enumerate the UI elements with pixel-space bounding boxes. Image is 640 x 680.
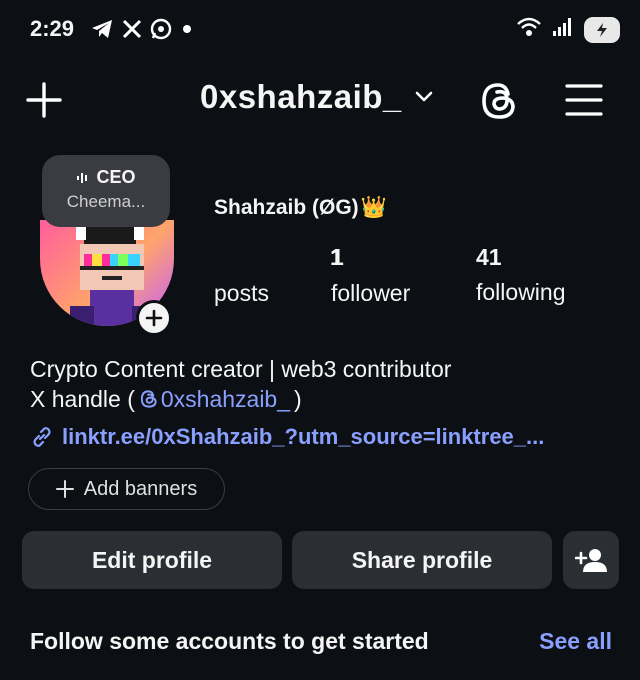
signal-icon: [552, 17, 574, 42]
bio: Crypto Content creator | web3 contributo…: [30, 354, 451, 414]
menu-button[interactable]: [565, 82, 603, 118]
link-icon: [33, 427, 51, 447]
bio-line-1: Crypto Content creator | web3 contributo…: [30, 356, 452, 382]
plus-icon: [55, 480, 74, 498]
x-icon: [122, 19, 142, 44]
add-banners-label: Add banners: [83, 477, 198, 500]
threads-handle-text: 0xshahzaib_: [160, 386, 291, 412]
threads-icon: [140, 390, 157, 408]
note-subtitle: Cheema...: [66, 192, 146, 211]
bio-link-text: linktr.ee/0xShahzaib_?utm_source=linktre…: [62, 424, 545, 449]
display-name: Shahzaib (ØG): [214, 196, 359, 219]
following-count: 41: [476, 244, 502, 270]
discover-people-button[interactable]: [563, 531, 619, 589]
see-all-link[interactable]: See all: [539, 628, 612, 655]
audio-wave-icon: [77, 172, 88, 183]
display-name-row: Shahzaib (ØG) 👑: [214, 196, 387, 220]
threads-handle-link[interactable]: 0xshahzaib_: [139, 384, 290, 414]
threads-icon: [482, 83, 515, 119]
status-notification-icons: [90, 18, 194, 45]
stat-posts[interactable]: 1 posts: [214, 244, 343, 307]
whatsapp-icon: [150, 18, 172, 45]
profile-top-nav: 0xshahzaib_: [0, 70, 640, 130]
bio-line-2: X handle ( 0xshahzaib_ ): [30, 384, 451, 414]
followers-count: 1: [331, 244, 344, 270]
edit-profile-label: Edit profile: [91, 546, 213, 573]
edit-profile-button[interactable]: Edit profile: [22, 531, 282, 589]
status-system-icons: [516, 16, 620, 43]
posts-label: posts: [214, 280, 269, 306]
share-profile-label: Share profile: [351, 546, 493, 573]
plus-icon: [26, 82, 62, 118]
note-title-row: CEO: [42, 167, 170, 188]
bio-link[interactable]: linktr.ee/0xShahzaib_?utm_source=linktre…: [30, 424, 544, 450]
bio-handle-prefix: X handle (: [30, 386, 135, 412]
create-button[interactable]: [24, 80, 64, 120]
followers-label: follower: [331, 280, 411, 306]
status-bar: 2:29: [0, 0, 640, 64]
add-person-icon: [575, 549, 607, 572]
add-story-button[interactable]: [136, 300, 172, 336]
battery-icon: [584, 16, 620, 43]
wifi-icon: [516, 16, 542, 43]
note-title: CEO: [96, 167, 136, 187]
suggestions-prompt: Follow some accounts to get started: [30, 628, 429, 654]
chevron-down-icon: [415, 91, 433, 102]
bio-handle-suffix: ): [294, 386, 302, 412]
following-label: following: [476, 279, 566, 305]
add-banners-button[interactable]: Add banners: [28, 468, 225, 510]
status-time: 2:29: [30, 16, 75, 41]
crown-emoji: 👑: [360, 196, 387, 219]
telegram-icon: [90, 18, 114, 45]
stat-following[interactable]: 41 following: [476, 244, 566, 306]
dot-icon: [180, 22, 194, 41]
share-profile-button[interactable]: Share profile: [292, 531, 552, 589]
menu-icon: [565, 84, 603, 116]
profile-note-bubble[interactable]: CEO Cheema...: [42, 155, 170, 227]
plus-icon: [145, 309, 163, 327]
account-switcher[interactable]: 0xshahzaib_: [200, 78, 434, 116]
profile-avatar[interactable]: [40, 220, 174, 336]
username-title: 0xshahzaib_: [200, 78, 402, 115]
threads-button[interactable]: [478, 80, 520, 122]
